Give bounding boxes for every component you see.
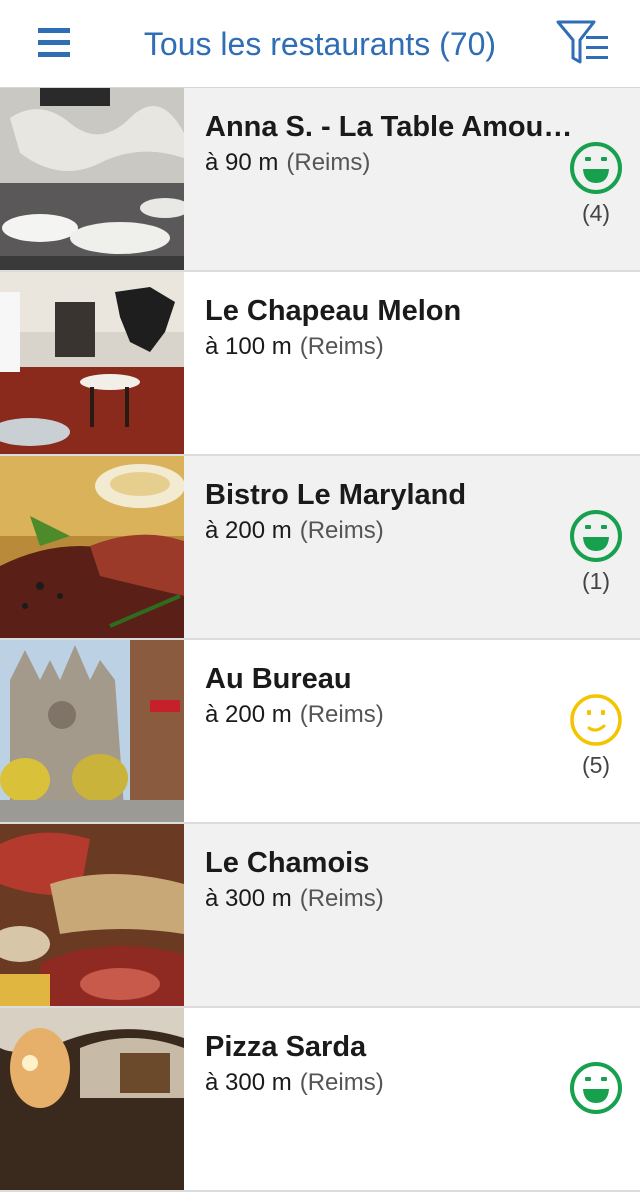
restaurant-row[interactable]: Anna S. - La Table Amour... à 90 m (Reims… (0, 88, 640, 272)
restaurant-location: à 200 m (Reims) (205, 698, 384, 732)
restaurant-distance: à 200 m (205, 701, 292, 728)
restaurant-photo (0, 824, 184, 1006)
restaurant-name: Anna S. - La Table Amour... (205, 111, 575, 143)
restaurant-photo (0, 1008, 184, 1190)
restaurant-city: (Reims) (286, 149, 371, 176)
rating: (4) (568, 140, 624, 227)
restaurant-name: Bistro Le Maryland (205, 479, 467, 511)
restaurant-location: à 300 m (Reims) (205, 1066, 384, 1100)
top-app-bar: Tous les restaurants (70) (0, 0, 640, 88)
restaurant-city: (Reims) (299, 333, 384, 360)
restaurant-row[interactable]: Le Chapeau Melon à 100 m (Reims) (0, 272, 640, 456)
restaurant-row[interactable]: Bistro Le Maryland à 200 m (Reims) (1) (0, 456, 640, 640)
restaurant-photo (0, 640, 184, 822)
restaurant-row[interactable]: Pizza Sarda à 300 m (Reims) (0, 1008, 640, 1192)
rating: (1) (568, 508, 624, 595)
happy-face-icon (570, 142, 622, 194)
restaurant-photo (0, 456, 184, 638)
restaurant-location: à 300 m (Reims) (205, 882, 384, 916)
restaurant-location: à 90 m (Reims) (205, 146, 370, 180)
rating (568, 1060, 624, 1116)
restaurant-city: (Reims) (299, 701, 384, 728)
rating: (5) (568, 692, 624, 779)
filter-button[interactable] (552, 18, 614, 70)
restaurant-row[interactable]: Au Bureau à 200 m (Reims) (5) (0, 640, 640, 824)
restaurant-row[interactable]: Le Chamois à 300 m (Reims) (0, 824, 640, 1008)
restaurant-photo (0, 88, 184, 270)
restaurant-list: Anna S. - La Table Amour... à 90 m (Reims… (0, 88, 640, 1192)
restaurant-city: (Reims) (299, 517, 384, 544)
restaurant-distance: à 90 m (205, 149, 279, 176)
restaurant-name: Pizza Sarda (205, 1031, 367, 1063)
restaurant-distance: à 300 m (205, 885, 292, 912)
happy-face-icon (570, 510, 622, 562)
restaurant-name: Au Bureau (205, 663, 352, 695)
hamburger-menu-icon (38, 28, 70, 57)
restaurant-name: Le Chamois (205, 847, 370, 879)
restaurant-name: Le Chapeau Melon (205, 295, 462, 327)
filter-list-icon (556, 20, 608, 64)
page-title: Tous les restaurants (70) (143, 26, 497, 62)
neutral-face-icon (570, 694, 622, 746)
rating-count: (1) (581, 568, 611, 594)
restaurant-location: à 100 m (Reims) (205, 330, 384, 364)
restaurant-city: (Reims) (299, 1069, 384, 1096)
happy-face-icon (570, 1062, 622, 1114)
rating-count: (4) (581, 200, 611, 226)
restaurant-city: (Reims) (299, 885, 384, 912)
restaurant-location: à 200 m (Reims) (205, 514, 384, 548)
menu-button[interactable] (28, 22, 80, 66)
restaurant-distance: à 200 m (205, 517, 292, 544)
restaurant-distance: à 300 m (205, 1069, 292, 1096)
rating-count: (5) (581, 752, 611, 778)
restaurant-photo (0, 272, 184, 454)
restaurant-distance: à 100 m (205, 333, 292, 360)
